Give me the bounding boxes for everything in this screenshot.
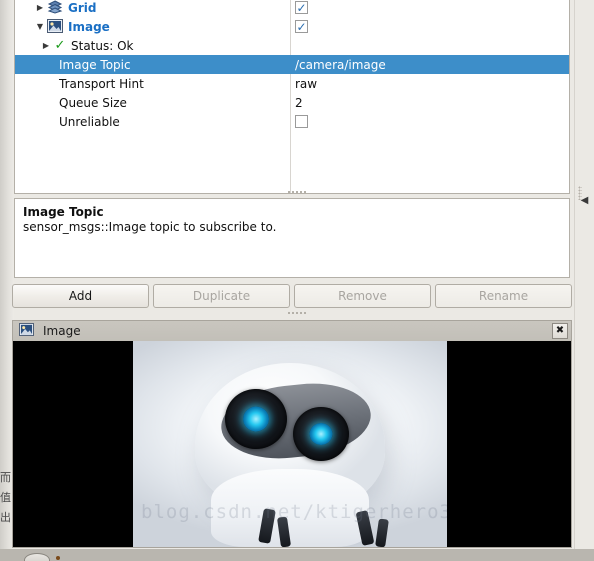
duplicate-button[interactable]: Duplicate	[153, 284, 290, 308]
displays-tree-panel[interactable]: ▶ Grid ✓ ▼ Image ✓ ▶ ✓ Status: Ok Image …	[14, 0, 570, 194]
image-enabled-checkbox[interactable]: ✓	[295, 20, 308, 33]
panel-collapse-handle[interactable]: ◀	[574, 0, 594, 561]
image-icon	[47, 18, 65, 35]
tree-splitter-grip[interactable]	[287, 190, 307, 195]
bottom-partial-marker	[56, 556, 60, 560]
tree-row-image-topic[interactable]: Image Topic /camera/image	[15, 55, 569, 74]
robot-eye-right	[293, 407, 349, 461]
rename-button[interactable]: Rename	[435, 284, 572, 308]
robot-body	[211, 469, 369, 547]
tree-label-grid: Grid	[68, 0, 97, 15]
close-icon[interactable]: ✖	[552, 323, 568, 339]
tree-row-transport-hint[interactable]: Transport Hint raw	[15, 74, 569, 93]
image-icon	[19, 323, 35, 339]
image-canvas: blog.csdn.net/ktigerhero3	[13, 341, 571, 547]
tree-label-unreliable: Unreliable	[59, 114, 120, 129]
tree-label-image-topic: Image Topic	[59, 57, 131, 72]
panel-splitter-grip[interactable]	[287, 311, 307, 316]
tree-label-queue-size: Queue Size	[59, 95, 127, 110]
tree-value-unreliable[interactable]	[291, 112, 569, 131]
add-button[interactable]: Add	[12, 284, 149, 308]
tree-label-transport-hint: Transport Hint	[59, 76, 144, 91]
robot-eye-left	[225, 389, 287, 449]
queue-size-value[interactable]: 2	[295, 96, 303, 110]
collapse-arrow-icon[interactable]: ▼	[33, 17, 47, 36]
image-topic-value[interactable]: /camera/image	[295, 58, 386, 72]
status-ok-check-icon: ✓	[54, 38, 66, 53]
tree-value-image-topic[interactable]: /camera/image	[291, 55, 569, 74]
tree-label-status: Status: Ok	[71, 38, 134, 53]
tree-row-image[interactable]: ▼ Image ✓	[15, 17, 569, 36]
robot-limb	[375, 518, 389, 547]
handle-grip-dots[interactable]	[578, 186, 582, 200]
description-panel: Image Topic sensor_msgs::Image topic to …	[14, 198, 570, 278]
image-panel-title: Image	[43, 324, 81, 338]
tree-value-status	[291, 36, 569, 55]
robot-pupil-left	[243, 406, 269, 432]
tree-label-image: Image	[68, 19, 110, 34]
grid-enabled-checkbox[interactable]: ✓	[295, 1, 308, 14]
tree-row-grid[interactable]: ▶ Grid ✓	[15, 0, 569, 17]
bottom-partial-widget	[24, 553, 50, 561]
image-panel-titlebar[interactable]: Image ✖	[13, 321, 571, 341]
description-body: sensor_msgs::Image topic to subscribe to…	[23, 220, 277, 234]
bottom-strip	[0, 549, 594, 561]
unreliable-checkbox[interactable]	[295, 115, 308, 128]
image-view-panel: Image ✖ blog.csdn.net/ktigerhero3	[12, 320, 572, 548]
tree-row-queue-size[interactable]: Queue Size 2	[15, 93, 569, 112]
description-title: Image Topic	[23, 205, 104, 219]
status-expand-arrow-icon[interactable]: ▶	[39, 36, 53, 55]
camera-image-render: blog.csdn.net/ktigerhero3	[133, 341, 447, 547]
expand-arrow-icon[interactable]: ▶	[33, 0, 47, 17]
robot-pupil-right	[309, 423, 333, 445]
tree-value-queue-size[interactable]: 2	[291, 93, 569, 112]
tree-value-grid[interactable]: ✓	[291, 0, 569, 17]
tree-value-transport-hint[interactable]: raw	[291, 74, 569, 93]
remove-button[interactable]: Remove	[294, 284, 431, 308]
rviz-displays-window: 而 值 出 ▶ Grid ✓ ▼ Image ✓ ▶ ✓ Status: Ok …	[0, 0, 594, 561]
displays-button-row: Add Duplicate Remove Rename	[12, 284, 572, 308]
tree-row-unreliable[interactable]: Unreliable	[15, 112, 569, 131]
grid-icon	[47, 0, 65, 16]
tree-value-image[interactable]: ✓	[291, 17, 569, 36]
transport-hint-value[interactable]: raw	[295, 77, 317, 91]
tree-row-status[interactable]: ▶ ✓ Status: Ok	[15, 36, 569, 55]
